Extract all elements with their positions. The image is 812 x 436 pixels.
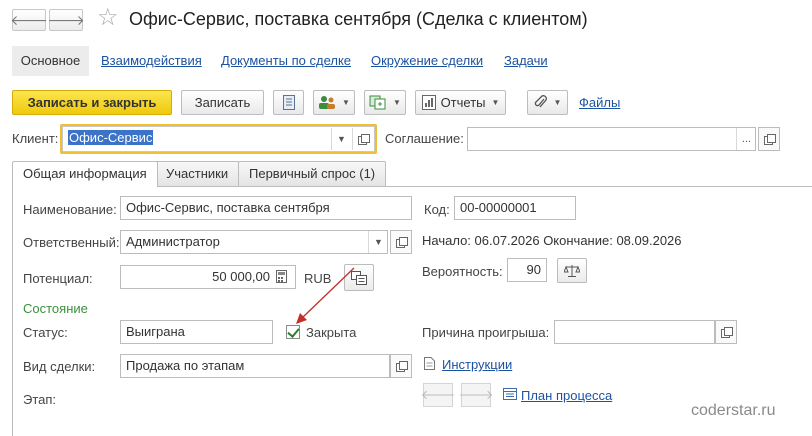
potential-label: Потенциал:: [23, 271, 93, 286]
status-label: Статус:: [23, 325, 68, 340]
agreement-select-button[interactable]: ...: [736, 128, 756, 150]
page-title: Офис-Сервис, поставка сентября (Сделка с…: [129, 9, 588, 29]
probability-calc-button[interactable]: [557, 258, 587, 283]
create-based-on-button[interactable]: ▼: [364, 90, 406, 115]
closed-label: Закрыта: [306, 325, 357, 340]
section-documents[interactable]: Документы по сделке: [221, 46, 351, 76]
responsible-label: Ответственный:: [23, 235, 120, 250]
code-field[interactable]: 00-00000001: [454, 196, 576, 220]
arrow-right-icon: 🡒: [47, 11, 85, 28]
client-dropdown[interactable]: ▼: [331, 128, 351, 150]
users-menu-button[interactable]: ▼: [313, 90, 355, 115]
status-field[interactable]: Выиграна: [120, 320, 273, 344]
back-button[interactable]: 🡐: [10, 9, 48, 31]
responsible-dropdown[interactable]: ▼: [368, 231, 388, 253]
probability-label: Вероятность:: [422, 264, 503, 279]
calculator-icon[interactable]: [276, 270, 287, 286]
chevron-down-icon: ▼: [491, 98, 500, 107]
name-field[interactable]: Офис-Сервис, поставка сентября: [120, 196, 412, 220]
client-value: Офис-Сервис: [68, 130, 154, 145]
name-label: Наименование:: [23, 202, 117, 217]
open-icon: [721, 327, 733, 338]
open-icon: [357, 134, 370, 145]
attachments-button[interactable]: ▼: [527, 90, 568, 115]
users-icon: [319, 96, 336, 109]
section-interactions[interactable]: Взаимодействия: [101, 46, 202, 76]
loss-reason-label: Причина проигрыша:: [422, 325, 550, 340]
instructions-link[interactable]: Инструкции: [442, 357, 512, 372]
section-environment[interactable]: Окружение сделки: [371, 46, 483, 76]
client-label: Клиент:: [12, 131, 59, 146]
agreement-field[interactable]: [467, 127, 756, 151]
files-link[interactable]: Файлы: [579, 95, 620, 110]
instructions-doc-icon: [424, 357, 435, 373]
closed-checkbox[interactable]: [286, 325, 300, 339]
reports-button[interactable]: Отчеты ▼: [415, 90, 506, 115]
open-icon: [764, 134, 776, 145]
document-list-icon: [282, 95, 295, 110]
process-plan-link[interactable]: План процесса: [521, 388, 612, 403]
watermark: coderstar.ru: [691, 402, 776, 419]
agreement-label: Соглашение:: [385, 131, 464, 146]
state-group-title: Состояние: [23, 301, 88, 316]
deal-type-open-button[interactable]: [390, 354, 412, 378]
chevron-down-icon: ▼: [342, 98, 350, 107]
star-icon[interactable]: ☆: [97, 6, 119, 30]
currency-label: RUB: [304, 271, 332, 286]
forward-button[interactable]: 🡒: [47, 9, 85, 31]
client-open-button[interactable]: [352, 128, 372, 150]
arrow-left-icon: 🡐: [420, 387, 456, 402]
stage-prev-button[interactable]: 🡐: [420, 383, 456, 407]
code-label: Код:: [424, 202, 450, 217]
arrow-right-icon: 🡒: [458, 387, 494, 402]
chevron-down-icon: ▼: [393, 98, 401, 107]
reports-label: Отчеты: [440, 95, 486, 110]
loss-reason-open-button[interactable]: [715, 320, 737, 344]
stage-label: Этап:: [23, 392, 57, 407]
responsible-field[interactable]: Администратор: [120, 230, 388, 254]
tab-participants[interactable]: Участники: [155, 161, 240, 186]
process-plan-icon: [503, 388, 517, 403]
loss-reason-field[interactable]: [554, 320, 715, 344]
section-tasks[interactable]: Задачи: [504, 46, 548, 76]
documents-icon: [351, 270, 367, 285]
save-button[interactable]: Записать: [181, 90, 264, 115]
chevron-down-icon: ▼: [553, 98, 562, 107]
tab-general[interactable]: Общая информация: [12, 161, 158, 187]
section-main[interactable]: Основное: [12, 46, 89, 76]
tab-panel: [12, 186, 812, 436]
deal-type-field[interactable]: Продажа по этапам: [120, 354, 390, 378]
probability-field[interactable]: 90: [507, 258, 547, 282]
responsible-open-button[interactable]: [390, 230, 412, 254]
tab-demand[interactable]: Первичный спрос (1): [238, 161, 387, 186]
open-icon: [396, 361, 408, 372]
price-options-button[interactable]: [344, 264, 374, 291]
list-view-button[interactable]: [273, 90, 304, 115]
save-and-close-button[interactable]: Записать и закрыть: [12, 90, 172, 115]
scales-icon: [564, 264, 580, 277]
paperclip-icon: [534, 95, 547, 108]
dates-text: Начало: 06.07.2026 Окончание: 08.09.2026: [422, 233, 682, 248]
client-field[interactable]: Офис-Сервис: [62, 126, 375, 152]
report-icon: [421, 95, 436, 110]
open-icon: [396, 237, 408, 248]
stage-next-button[interactable]: 🡒: [458, 383, 494, 407]
create-document-icon: [369, 95, 386, 110]
deal-type-label: Вид сделки:: [23, 359, 96, 374]
potential-field[interactable]: 50 000,00: [120, 265, 296, 289]
agreement-open-button[interactable]: [758, 127, 780, 151]
arrow-left-icon: 🡐: [10, 11, 48, 28]
